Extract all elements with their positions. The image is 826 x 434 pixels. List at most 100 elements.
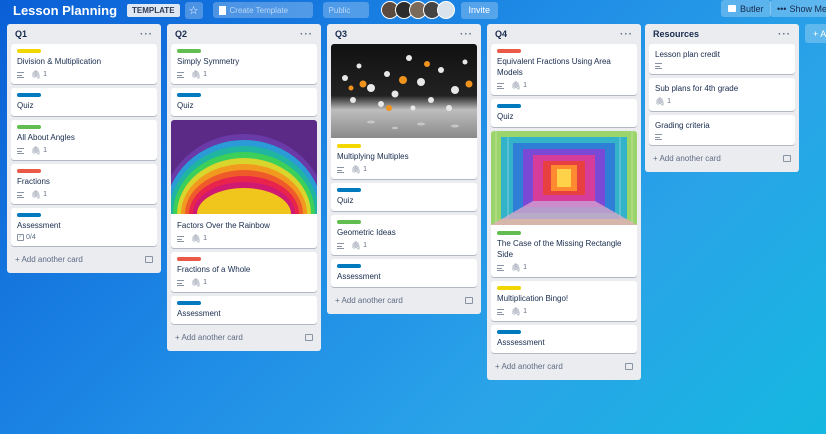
list-menu-icon[interactable]: ··· [778,29,791,40]
attachment-badge: 🖇 1 [511,307,527,316]
card[interactable]: Assessment ✓ 0/4 [11,208,157,246]
card-badges: 🖇 1 [337,165,471,174]
member-avatars [380,1,455,19]
list-title[interactable]: Q2 [175,29,187,39]
card[interactable]: Asssessment [491,325,637,353]
attachment-count: 1 [203,235,208,242]
list-header[interactable]: Q4 ··· [491,24,637,44]
card-label [497,49,521,53]
card[interactable]: Assessment [171,296,317,324]
create-template-button[interactable]: Create Template [212,2,313,18]
color-tunnel-image [491,131,637,225]
card[interactable]: Assessment [331,259,477,287]
list-title[interactable]: Resources [653,29,699,39]
more-icon: ••• [777,3,787,14]
list-header[interactable]: Q3 ··· [331,24,477,44]
list-header[interactable]: Resources ··· [649,24,795,44]
card-label [17,125,41,129]
description-icon [497,308,504,315]
card-template-icon[interactable] [783,154,791,162]
add-card-button[interactable]: + Add another card [11,250,157,268]
list-menu-icon[interactable]: ··· [460,29,473,40]
attachment-count: 1 [363,166,368,173]
card[interactable]: Geometric Ideas 🖇 1 [331,215,477,255]
list-menu-icon[interactable]: ··· [300,29,313,40]
card[interactable]: Quiz [171,88,317,116]
card-cover-image [171,120,317,216]
attachment-badge: 🖇 1 [31,146,47,155]
add-list-button[interactable]: + A [805,24,826,43]
list-header[interactable]: Q2 ··· [171,24,317,44]
attachment-count: 1 [43,71,48,78]
add-card-button[interactable]: + Add another card [649,149,795,167]
show-menu-button[interactable]: ••• Show Menu [770,0,826,17]
card-title: Division & Multiplication [17,57,102,66]
butler-button[interactable]: Butler [721,0,771,17]
description-icon [177,71,184,78]
list-title[interactable]: Q4 [495,29,507,39]
add-card-button[interactable]: + Add another card [331,291,477,309]
paperclip-icon: 🖇 [191,70,202,79]
attachment-count: 1 [43,191,48,198]
add-card-button[interactable]: + Add another card [171,328,317,346]
checklist-badge: ✓ 0/4 [17,234,36,241]
add-card-button[interactable]: + Add another card [491,357,637,375]
card-badges [655,63,789,69]
invite-button[interactable]: Invite [460,1,499,19]
card-title: Quiz [337,196,354,205]
board-title[interactable]: Lesson Planning [13,3,117,18]
list-menu-icon[interactable]: ··· [140,29,153,40]
card[interactable]: Lesson plan credit [649,44,795,74]
list-title[interactable]: Q3 [335,29,347,39]
card[interactable]: Multiplying Multiples 🖇 1 [331,44,477,179]
description-badge [337,166,344,173]
card[interactable]: Sub plans for 4th grade 🖇 1 [649,78,795,111]
card-template-icon[interactable] [145,255,153,263]
card[interactable]: Equivalent Fractions Using Area Models 🖇… [491,44,637,95]
card[interactable]: Simply Symmetry 🖇 1 [171,44,317,84]
card-label [177,257,201,261]
card[interactable]: Fractions of a Whole 🖇 1 [171,252,317,292]
card-label [337,264,361,268]
card-label [17,49,41,53]
attachment-badge: 🖇 1 [655,97,671,106]
avatar[interactable] [436,1,455,19]
card-cover-image [331,44,477,140]
card-title: Simply Symmetry [177,57,240,66]
list-title[interactable]: Q1 [15,29,27,39]
star-button[interactable]: ☆ [184,1,203,19]
card[interactable]: Quiz [491,99,637,127]
paperclip-icon: 🖇 [655,97,666,106]
description-badge [337,242,344,249]
card-label [337,144,361,148]
card[interactable]: The Case of the Missing Rectangle Side 🖇… [491,131,637,277]
card-label [497,330,521,334]
add-card-label: + Add another card [175,332,243,342]
list-q3: Q3 ··· Multiplying Multiples 🖇 1 Quiz Ge… [327,24,481,314]
card[interactable]: Multiplication Bingo! 🖇 1 [491,281,637,321]
paperclip-icon: 🖇 [351,165,362,174]
card[interactable]: Grading criteria [649,115,795,145]
list-header[interactable]: Q1 ··· [11,24,157,44]
card-label [177,49,201,53]
card[interactable]: Quiz [331,183,477,211]
attachment-count: 1 [523,308,528,315]
attachment-badge: 🖇 1 [191,234,207,243]
card-template-icon[interactable] [625,362,633,370]
card-title: Assessment [177,309,221,318]
card[interactable]: Division & Multiplication 🖇 1 [11,44,157,84]
card-title: Multiplying Multiples [337,152,409,161]
card[interactable]: Factors Over the Rainbow 🖇 1 [171,120,317,248]
card-template-icon[interactable] [465,296,473,304]
description-badge [17,191,24,198]
visibility-button[interactable]: Public [322,2,369,18]
card[interactable]: Quiz [11,88,157,116]
card[interactable]: All About Angles 🖇 1 [11,120,157,160]
list-menu-icon[interactable]: ··· [620,29,633,40]
attachment-badge: 🖇 1 [351,165,367,174]
butler-icon [728,5,736,12]
card[interactable]: Fractions 🖇 1 [11,164,157,204]
paperclip-icon: 🖇 [191,278,202,287]
attachment-count: 1 [523,264,528,271]
card-template-icon[interactable] [305,333,313,341]
